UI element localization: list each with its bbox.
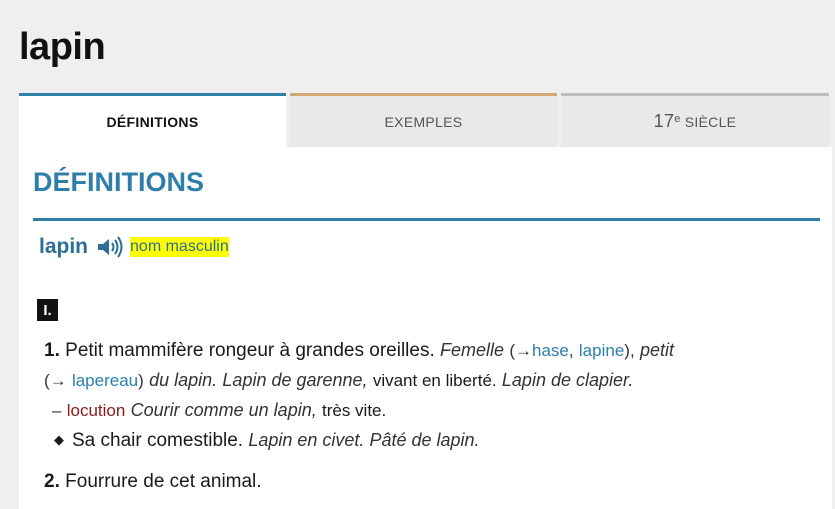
tab-exemples-label: EXEMPLES <box>384 113 463 130</box>
headword: lapin <box>39 235 89 258</box>
tab-17e-siecle[interactable]: 17 e SIÈCLE <box>561 93 829 147</box>
section-divider <box>33 218 820 221</box>
definition-1-text: Petit mammifère rongeur à grandes oreill… <box>65 340 435 361</box>
example-1-rest: vivant en liberté. <box>372 371 497 390</box>
subsense-line: ◆ Sa chair comestible. Lapin en civet. Pâ… <box>54 425 480 457</box>
definition-1-line-2: (→ lapereau) du lapin. Lapin de garenne,… <box>44 365 633 396</box>
link-lapine[interactable]: lapine <box>579 341 624 360</box>
paren-close: ), <box>624 341 635 360</box>
definition-1-number: 1. <box>44 340 60 361</box>
speaker-icon[interactable] <box>96 236 124 258</box>
page-title: lapin <box>19 26 106 68</box>
definition-2: 2. Fourrure de cet animal. <box>44 467 262 497</box>
link-lapereau[interactable]: lapereau <box>72 371 138 390</box>
young-label: petit <box>639 340 674 360</box>
dash: – <box>52 401 62 420</box>
entry-header: lapin nom masculin <box>39 235 229 259</box>
definition-2-text: Fourrure de cet animal. <box>65 471 262 492</box>
section-number-badge: I. <box>37 299 58 321</box>
definitions-panel: DÉFINITIONS lapin nom masculin I. 1. Pet… <box>19 147 832 509</box>
tab-exemples[interactable]: EXEMPLES <box>290 93 557 147</box>
arrow-open-2: (→ <box>44 371 67 390</box>
definition-1-line-1: 1. Petit mammifère rongeur à grandes ore… <box>44 335 674 366</box>
tab-definitions[interactable]: DÉFINITIONS <box>19 93 286 147</box>
arrow-open: (→ <box>509 341 533 360</box>
comma: , <box>568 341 574 360</box>
definition-2-number: 2. <box>44 471 60 492</box>
part-of-speech: nom masculin <box>130 237 229 257</box>
young-text: du lapin. <box>149 370 218 390</box>
subsense-text: Sa chair comestible. <box>72 430 244 451</box>
tab-17e-siecle-number: 17 <box>653 111 675 131</box>
feminine-label: Femelle <box>440 340 505 360</box>
tab-17e-siecle-label: SIÈCLE <box>684 113 737 130</box>
tab-17e-siecle-sup: e <box>674 112 681 125</box>
link-hase[interactable]: hase <box>532 341 569 360</box>
section-heading: DÉFINITIONS <box>33 167 205 197</box>
locution-label: locution <box>66 401 126 420</box>
example-2: Lapin de clapier. <box>501 370 634 390</box>
tab-bar: DÉFINITIONS EXEMPLES 17 e SIÈCLE <box>19 93 829 147</box>
diamond-bullet-icon: ◆ <box>54 432 64 447</box>
example-1: Lapin de garenne, <box>222 370 368 390</box>
paren-close-2: ) <box>138 371 144 390</box>
locution-text: Courir comme un lapin, <box>130 400 317 420</box>
tab-definitions-label: DÉFINITIONS <box>106 113 199 130</box>
locution-line: – locution Courir comme un lapin, très v… <box>52 395 386 426</box>
subsense-examples: Lapin en civet. Pâté de lapin. <box>248 430 480 450</box>
locution-def: très vite. <box>322 401 387 420</box>
